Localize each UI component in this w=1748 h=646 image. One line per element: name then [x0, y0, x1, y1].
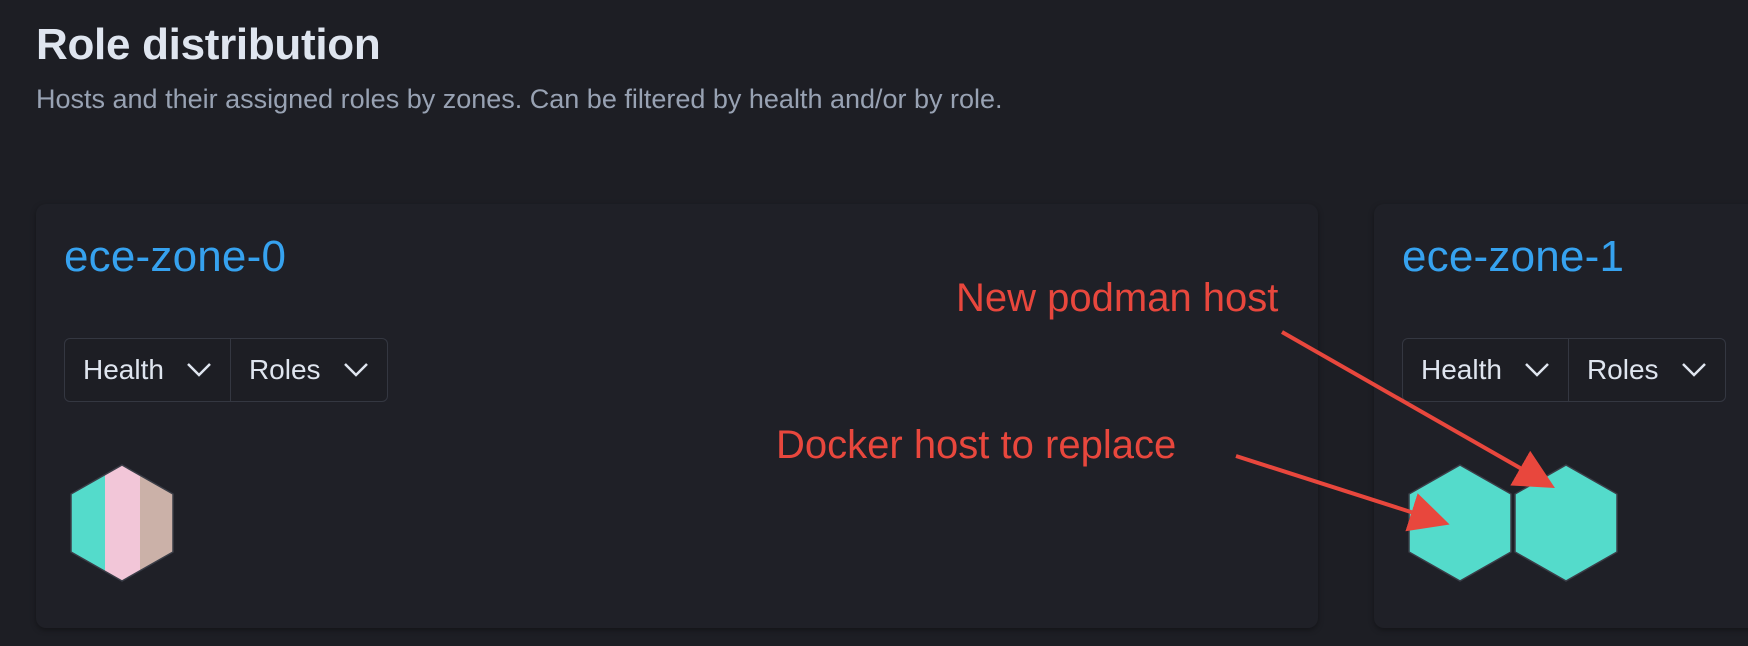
filter-group: Health Roles — [64, 338, 388, 402]
health-filter-label: Health — [83, 354, 164, 385]
zone-title: ece-zone-0 — [64, 232, 287, 281]
roles-filter-button[interactable]: Roles — [229, 339, 387, 401]
host-hexagon[interactable] — [70, 464, 174, 582]
health-filter-button[interactable]: Health — [1403, 339, 1568, 401]
annotation-docker-host: Docker host to replace — [776, 423, 1177, 467]
page-subtitle: Hosts and their assigned roles by zones.… — [36, 84, 1003, 114]
roles-filter-label: Roles — [248, 354, 321, 385]
page: Role distribution Hosts and their assign… — [0, 0, 1748, 646]
role-segment — [140, 465, 173, 581]
host-list — [70, 464, 176, 582]
chevron-down-icon — [1525, 363, 1549, 377]
chevron-down-icon — [343, 363, 368, 377]
host-list — [1408, 464, 1620, 582]
health-filter-button[interactable]: Health — [65, 339, 230, 401]
role-segment — [71, 465, 105, 581]
host-hexagon[interactable] — [1514, 464, 1618, 582]
roles-filter-button[interactable]: Roles — [1567, 339, 1725, 401]
zone-panel-1: ece-zone-1 Health Roles — [1374, 204, 1748, 628]
zone-panel-0: ece-zone-0 Health Roles — [36, 204, 1318, 628]
zone-title: ece-zone-1 — [1402, 232, 1625, 281]
roles-filter-label: Roles — [1586, 354, 1659, 385]
page-title: Role distribution — [36, 20, 381, 69]
health-filter-label: Health — [1421, 354, 1502, 385]
host-hexagon[interactable] — [1408, 464, 1512, 582]
chevron-down-icon — [1681, 363, 1706, 377]
annotation-new-podman-host: New podman host — [956, 276, 1279, 320]
chevron-down-icon — [187, 363, 211, 377]
role-segment — [105, 465, 140, 581]
filter-group: Health Roles — [1402, 338, 1726, 402]
